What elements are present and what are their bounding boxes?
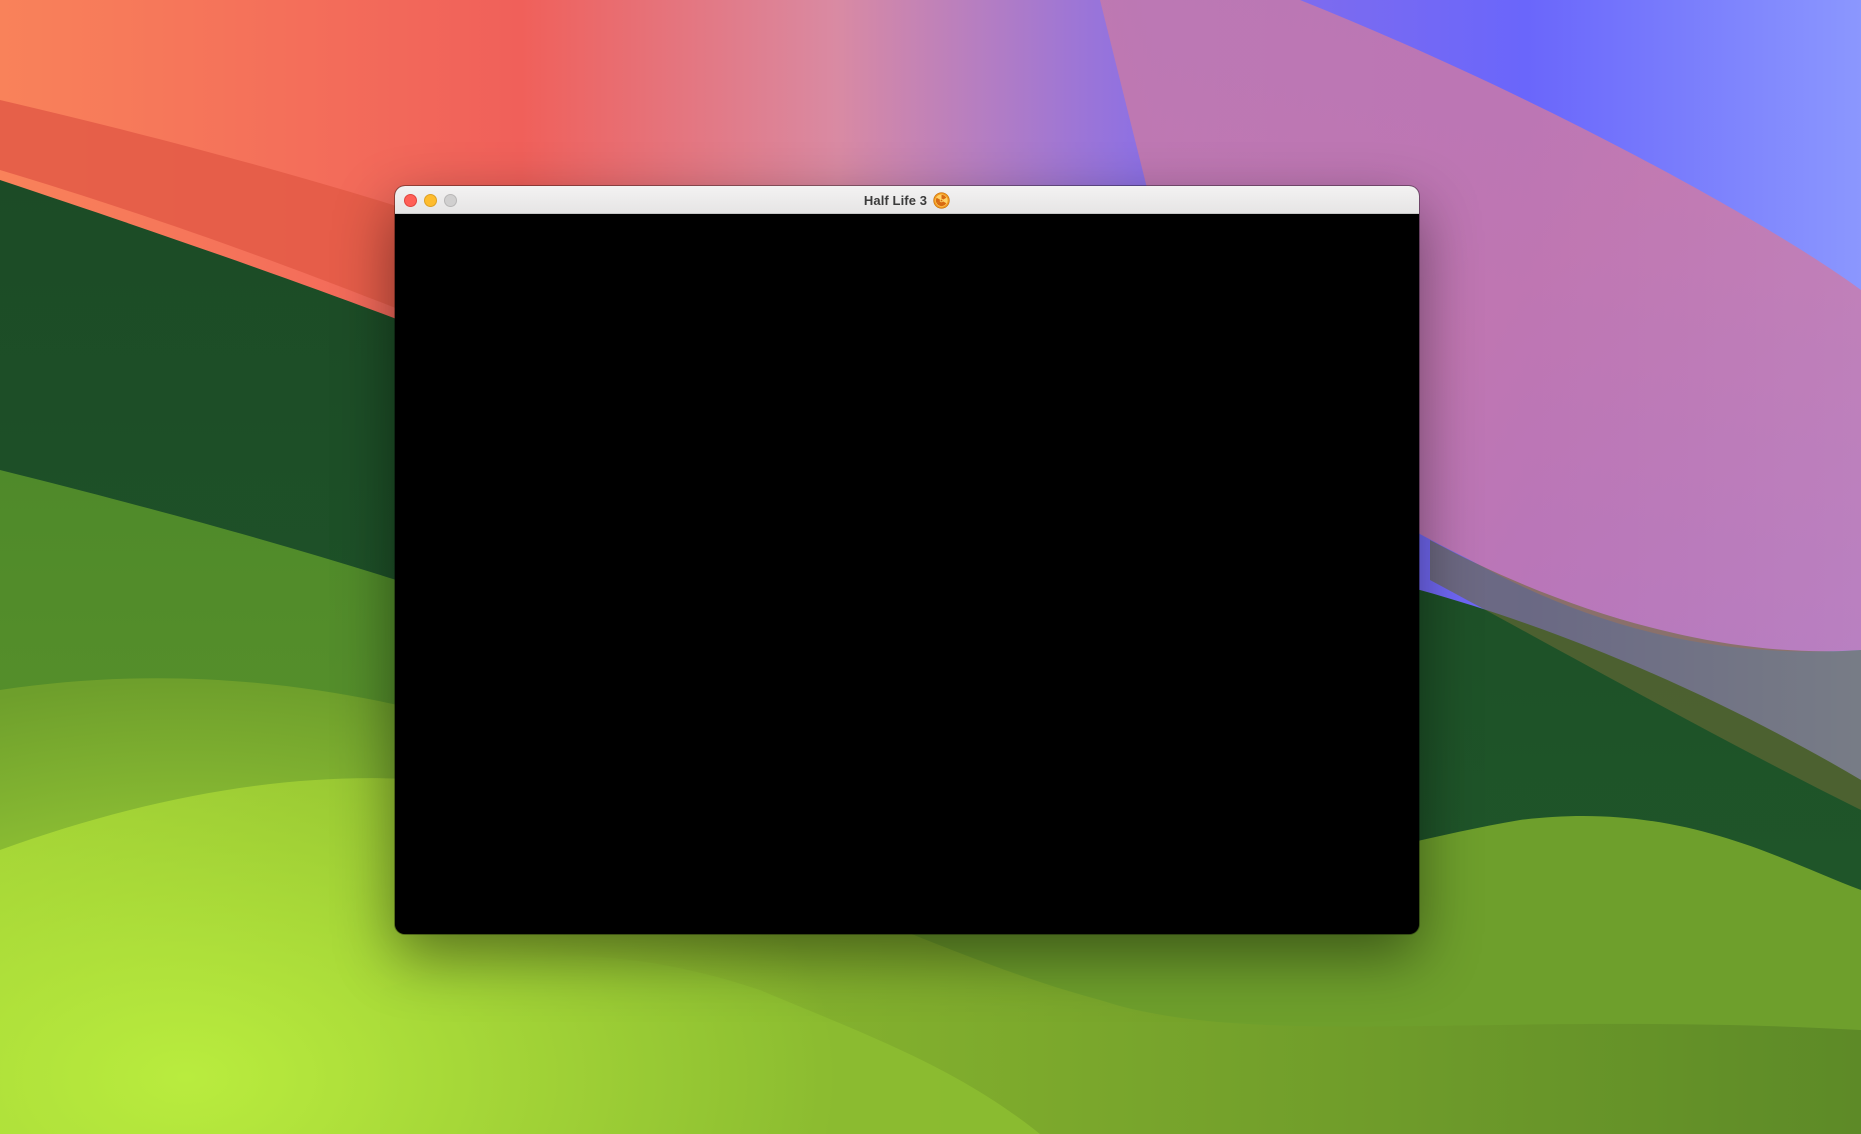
radiation-icon [933, 191, 950, 209]
window-title: Half Life 3 [863, 192, 928, 208]
app-window: Half Life 3 [395, 186, 1419, 934]
window-title-group: Half Life 3 [395, 186, 1419, 214]
desktop: Half Life 3 [0, 0, 1861, 1134]
title-bar[interactable]: Half Life 3 [395, 186, 1419, 214]
game-canvas[interactable] [395, 214, 1419, 934]
